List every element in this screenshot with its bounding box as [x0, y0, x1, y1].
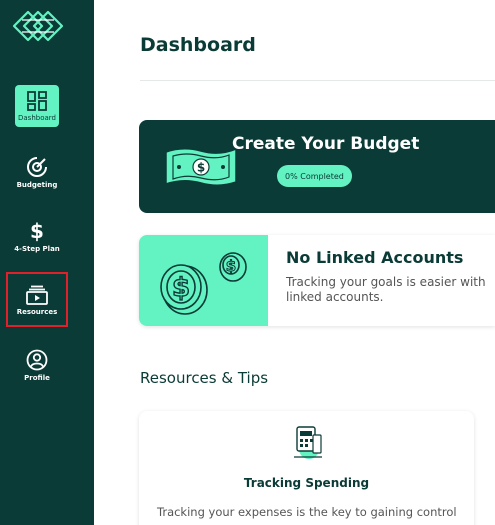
linked-accounts-card[interactable]: $ $ No Linked Accounts Tracking your goa… [139, 235, 495, 326]
sidebar-item-dashboard-active: Dashboard [15, 85, 59, 127]
divider [140, 80, 495, 81]
sidebar-item-label: 4-Step Plan [14, 245, 60, 253]
svg-text:$: $ [172, 273, 190, 303]
svg-text:$: $ [197, 161, 205, 175]
target-icon [27, 157, 47, 177]
dashboard-grid-icon [27, 90, 47, 111]
banknote-icon: $ [165, 147, 237, 186]
user-icon [26, 349, 48, 371]
sidebar-item-profile[interactable]: Profile [0, 349, 74, 382]
linked-accounts-description: Tracking your goals is easier with linke… [286, 275, 486, 304]
sidebar-item-dashboard[interactable]: Dashboard [0, 85, 74, 127]
progress-badge: 0% Completed [277, 165, 352, 187]
coins-icon: $ $ [160, 252, 247, 315]
sidebar-item-4-step-plan[interactable]: $ 4-Step Plan [0, 220, 74, 253]
sidebar-item-label: Profile [24, 374, 50, 382]
dollar-icon: $ [30, 220, 44, 242]
resource-card[interactable]: Tracking Spending Tracking your expenses… [139, 411, 474, 525]
selection-highlight [6, 272, 68, 327]
resource-card-title: Tracking Spending [243, 476, 370, 490]
page-title: Dashboard [140, 34, 256, 56]
linked-accounts-title: No Linked Accounts [286, 248, 464, 267]
resource-card-description: Tracking your expenses is the key to gai… [157, 505, 457, 519]
tracking-spending-icon [294, 426, 322, 459]
main-content: Dashboard $ Create Your Budget 0% Comple… [94, 0, 495, 525]
sidebar-item-label: Budgeting [16, 181, 58, 189]
logo-icon [12, 10, 64, 42]
coins-illustration: $ $ [139, 235, 268, 326]
svg-text:$: $ [226, 257, 236, 275]
sidebar: Dashboard Budgeting $ 4-Step Plan Resour… [0, 0, 94, 525]
section-title: Resources & Tips [140, 369, 269, 387]
svg-text:$: $ [30, 220, 44, 242]
sidebar-item-label: Dashboard [18, 113, 56, 122]
sidebar-item-budgeting[interactable]: Budgeting [0, 156, 74, 189]
budget-card-title: Create Your Budget [232, 134, 420, 154]
